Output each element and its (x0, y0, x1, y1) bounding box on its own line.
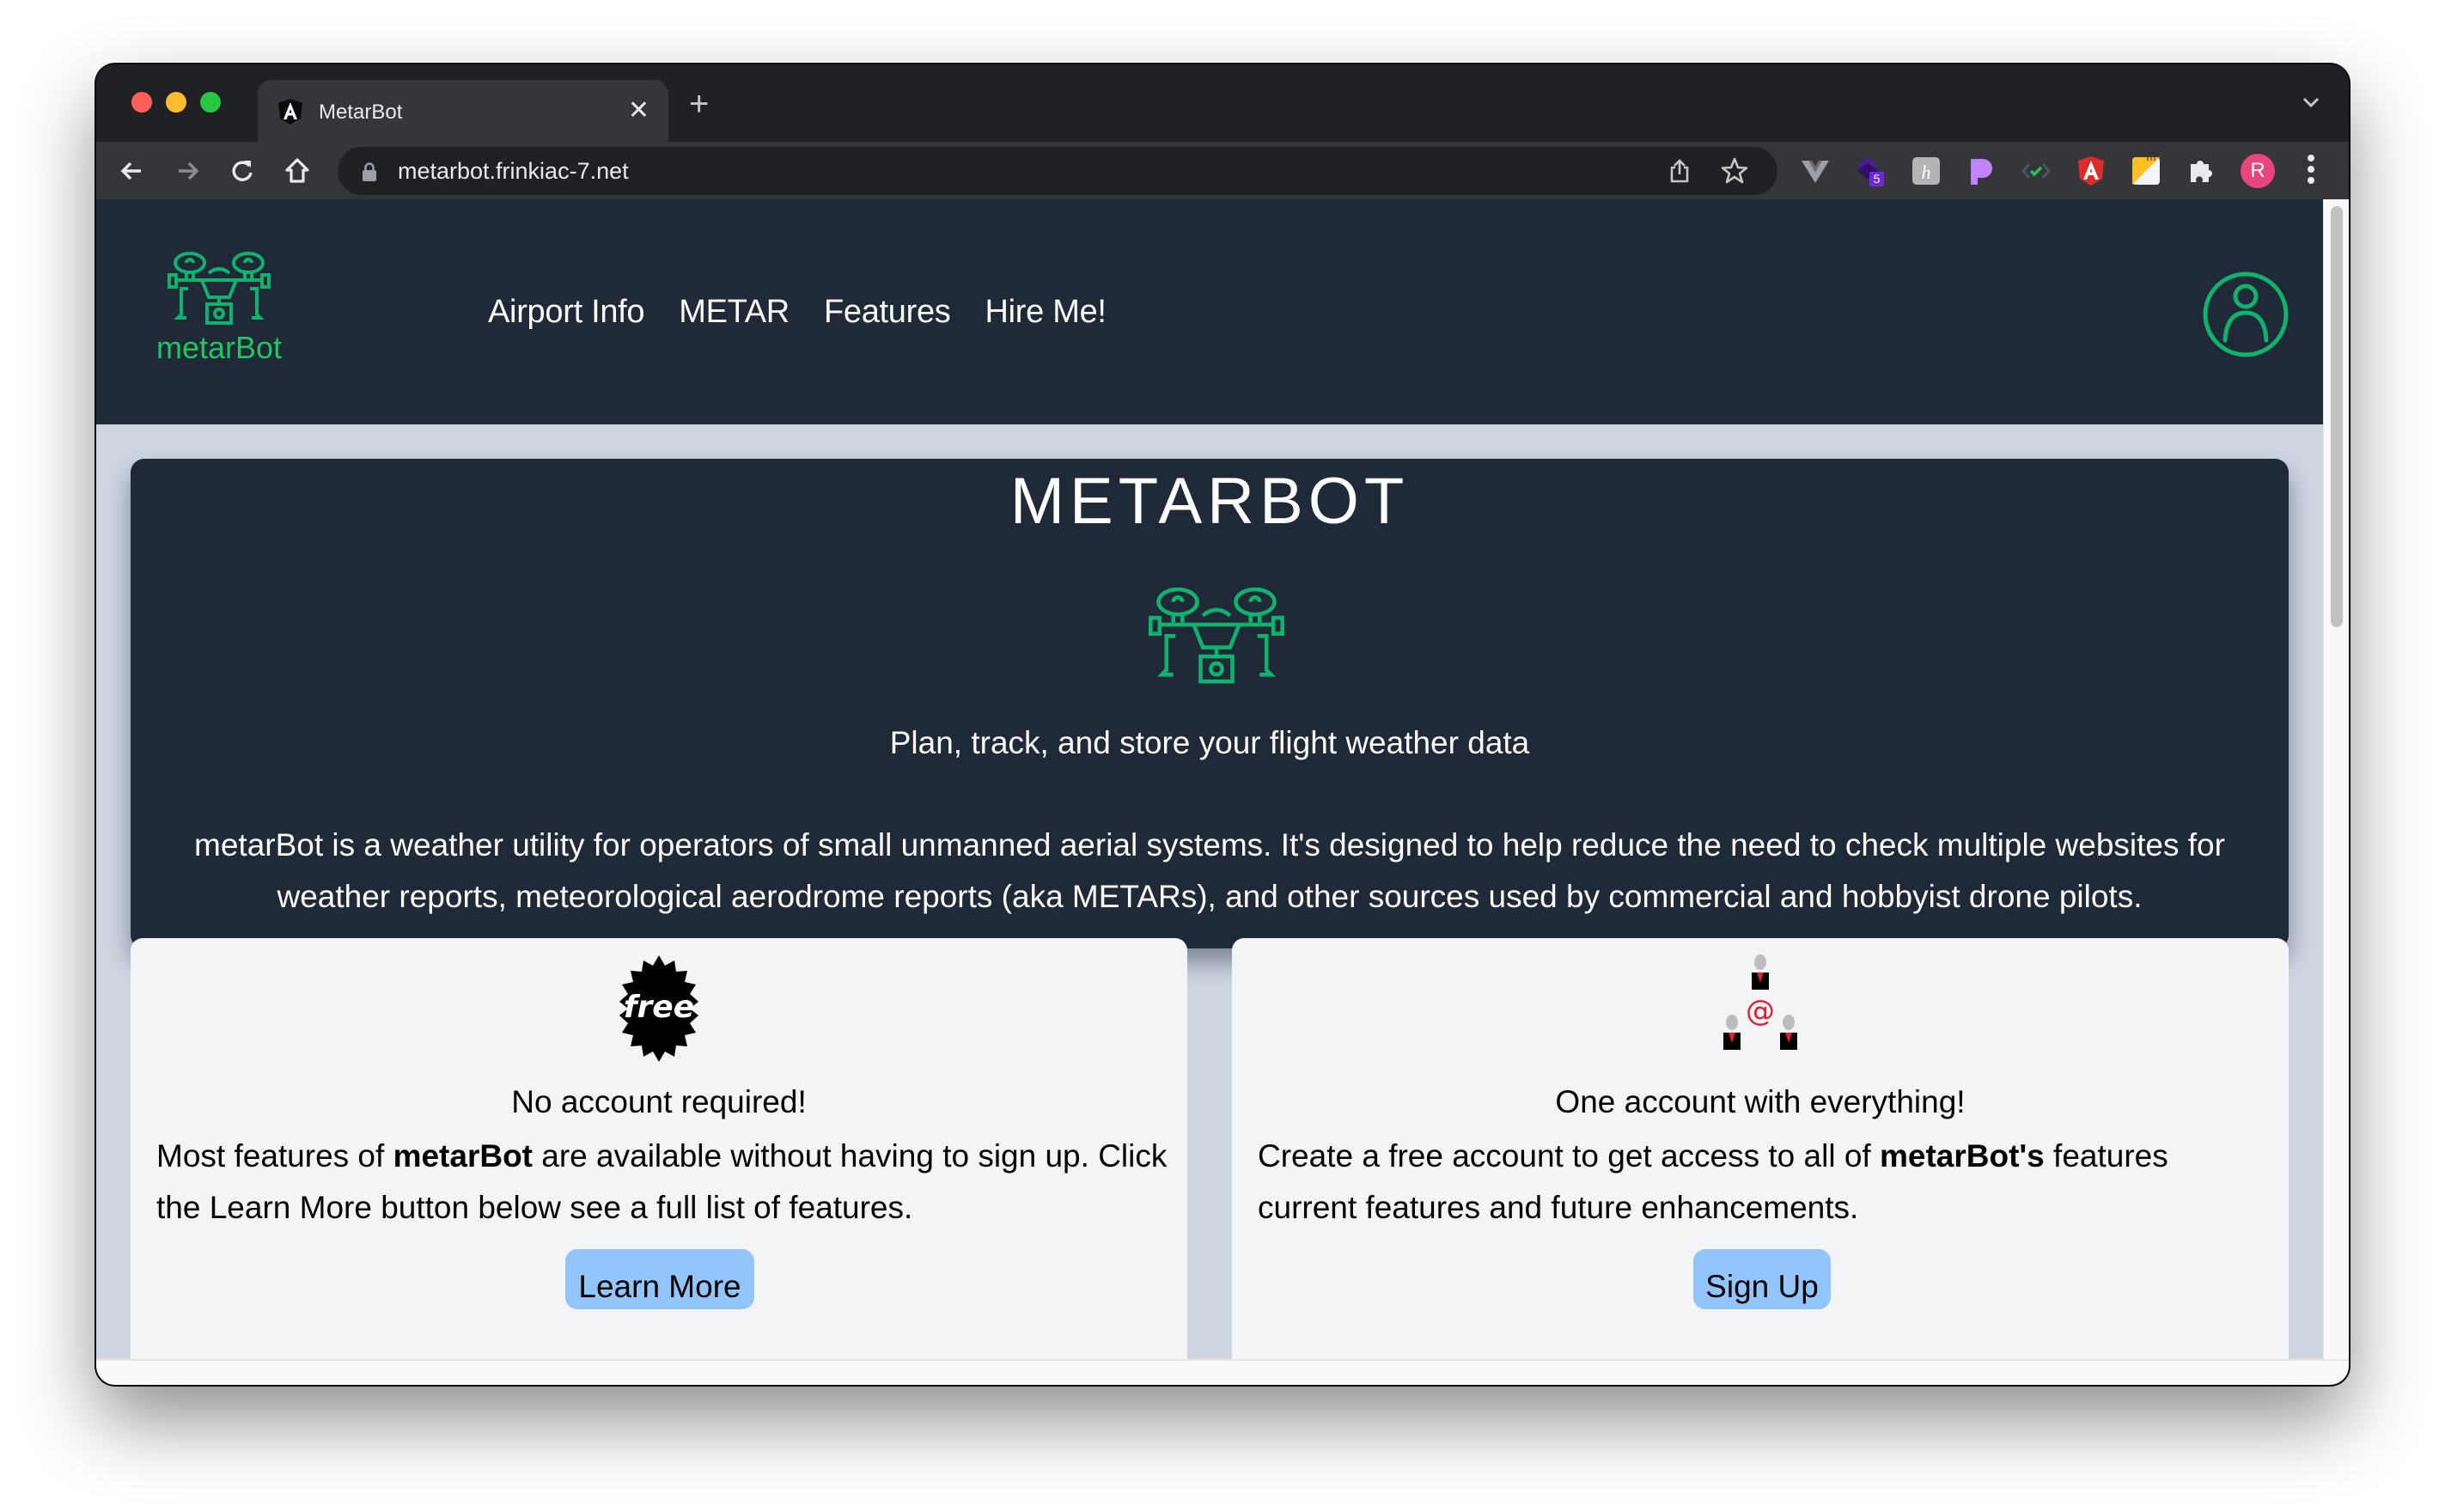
vertical-scrollbar[interactable] (2323, 199, 2349, 1359)
lock-icon[interactable] (362, 162, 377, 181)
hero-tagline: Plan, track, and store your flight weath… (889, 725, 1530, 760)
feature-card-free: free No account required! Most features … (131, 938, 1187, 1359)
notes-extension-icon[interactable] (2131, 155, 2161, 186)
angular-devtools-icon[interactable] (2076, 155, 2107, 186)
browser-toolbar: metarbot.frinkiac-7.net 5 h R (96, 142, 2349, 199)
url-text[interactable]: metarbot.frinkiac-7.net (398, 158, 629, 185)
stack-extension-icon[interactable]: 5 (1856, 155, 1887, 186)
page: metarBot Airport Info METAR Features Hir… (96, 199, 2323, 1359)
browser-menu-icon[interactable] (2307, 155, 2315, 187)
patreon-like-icon[interactable] (1966, 155, 1997, 186)
tab-strip: MetarBot ✕ + (96, 64, 2349, 142)
reload-icon[interactable] (225, 154, 259, 188)
card-body: Create a free account to get access to a… (1258, 1138, 2168, 1225)
drone-hero-icon (1148, 587, 1285, 684)
card-body: Most features of metarBot are available … (156, 1138, 1168, 1225)
account-network-icon: @ (1723, 954, 1797, 1050)
brand-home-link[interactable]: metarBot (146, 251, 292, 366)
learn-more-button[interactable]: Learn More (565, 1249, 754, 1309)
close-tab-icon[interactable]: ✕ (628, 95, 649, 126)
scrollbar-thumb[interactable] (2331, 206, 2343, 627)
main-nav: Airport Info METAR Features Hire Me! (488, 294, 1107, 331)
sign-up-button[interactable]: Sign Up (1693, 1249, 1831, 1309)
page-viewport: metarBot Airport Info METAR Features Hir… (96, 199, 2349, 1359)
hero-card: METARBOT Plan, track, and store your fli… (131, 459, 2289, 948)
drone-logo-icon (168, 252, 271, 325)
hero-title: METARBOT (1009, 465, 1410, 538)
extensions-puzzle-icon[interactable] (2186, 155, 2216, 186)
vue-devtools-icon[interactable] (1800, 155, 1831, 186)
back-arrow-icon[interactable] (115, 154, 149, 188)
svg-text:free: free (624, 990, 694, 1025)
nav-hire-me[interactable]: Hire Me! (985, 294, 1107, 331)
tab-title: MetarBot (319, 101, 403, 124)
angular-icon (278, 99, 302, 125)
hero-description: metarBot is a weather utility for operat… (194, 827, 2225, 914)
nav-airport-info[interactable]: Airport Info (488, 294, 645, 331)
app-header: metarBot Airport Info METAR Features Hir… (96, 199, 2323, 424)
svg-text:h: h (1922, 162, 1931, 183)
card-title: One account with everything! (1555, 1084, 1966, 1119)
svg-text:5: 5 (1874, 172, 1881, 186)
new-tab-button[interactable]: + (689, 87, 709, 121)
bottom-scrollbar-gutter (96, 1359, 2349, 1385)
profile-avatar[interactable]: R (2241, 154, 2275, 188)
maximize-window-button[interactable] (200, 92, 221, 113)
browser-tab[interactable]: MetarBot ✕ (258, 80, 668, 142)
close-window-button[interactable] (131, 92, 152, 113)
svg-text:@: @ (1746, 994, 1775, 1028)
forward-arrow-icon[interactable] (170, 154, 204, 188)
nav-features[interactable]: Features (824, 294, 951, 331)
card-title: No account required! (511, 1084, 807, 1119)
user-account-icon[interactable] (2203, 271, 2289, 357)
browser-window: MetarBot ✕ + metarbot.frinkiac-7.net 5 h… (96, 64, 2349, 1385)
feature-card-account: @ One account with everything! Create a … (1232, 938, 2289, 1359)
chevron-down-icon[interactable] (2299, 90, 2323, 114)
hemingway-icon[interactable]: h (1911, 155, 1942, 186)
home-icon[interactable] (280, 154, 314, 188)
share-icon[interactable] (1666, 157, 1693, 185)
brand-name: metarBot (155, 330, 283, 365)
code-check-icon[interactable] (2021, 155, 2052, 186)
address-bar[interactable]: metarbot.frinkiac-7.net (338, 147, 1777, 195)
minimize-window-button[interactable] (166, 92, 186, 113)
free-badge-icon: free (619, 955, 698, 1062)
nav-metar[interactable]: METAR (679, 294, 790, 331)
bookmark-star-icon[interactable] (1720, 156, 1749, 186)
